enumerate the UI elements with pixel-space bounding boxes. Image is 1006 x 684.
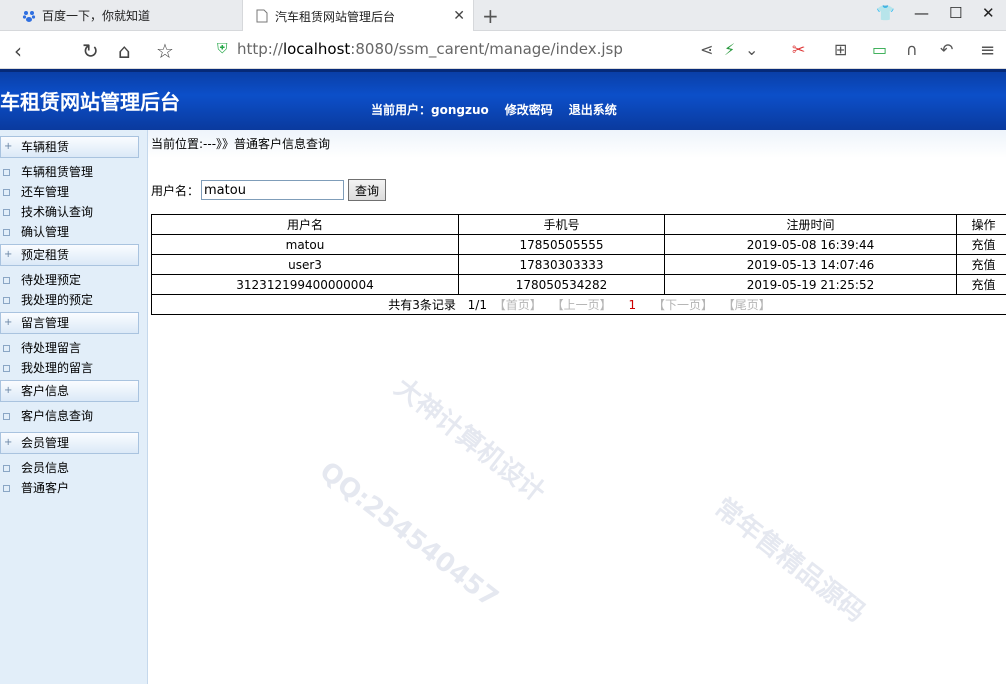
sidebar-section-members[interactable]: 会员管理 (0, 432, 139, 454)
tab-baidu[interactable]: 百度一下，你就知道 (0, 0, 242, 31)
sidebar-item[interactable]: 车辆租赁管理 (0, 162, 147, 182)
battery-icon[interactable]: ▭ (872, 40, 887, 59)
scissors-icon[interactable]: ✂ (792, 40, 805, 59)
pager-first[interactable]: 【首页】 (494, 298, 542, 312)
recharge-link[interactable]: 充值 (956, 254, 1006, 275)
pager: 共有3条记录 1/1 【首页】 【上一页】 1 【下一页】 【尾页】 (151, 294, 1006, 315)
pager-next[interactable]: 【下一页】 (653, 298, 713, 312)
address-bar: ‹ ↻ ⌂ ☆ ⛨ http://localhost:8080/ssm_care… (0, 31, 1006, 69)
recharge-link[interactable]: 充值 (956, 234, 1006, 255)
sidebar-section-car-rental[interactable]: 车辆租赁 (0, 136, 139, 158)
sidebar-item[interactable]: 技术确认查询 (0, 202, 147, 222)
cell-phone: 17830303333 (458, 254, 665, 275)
table-header-row: 用户名 手机号 注册时间 操作 (151, 214, 1006, 235)
paw-icon (22, 9, 36, 23)
shield-icon: ⛨ (217, 41, 228, 57)
sidebar-item[interactable]: 会员信息 (0, 458, 147, 478)
tab-label: 汽车租赁网站管理后台 (275, 9, 396, 24)
top-links: 当前用户：gongzuo 修改密码 退出系统 (371, 101, 633, 118)
change-password-link[interactable]: 修改密码 (505, 101, 553, 118)
menu-icon[interactable]: ≡ (980, 40, 995, 61)
current-user: 当前用户：gongzuo (371, 103, 489, 117)
main-content: 当前位置:---》》普通客户信息查询 用户名： 查询 用户名 手机号 注册时间 … (148, 130, 1006, 684)
pager-prev[interactable]: 【上一页】 (552, 298, 612, 312)
cell-registered: 2019-05-19 21:25:52 (664, 274, 957, 295)
maximize-icon[interactable]: ☐ (949, 4, 962, 22)
table-row: 312312199400000004 178050534282 2019-05-… (151, 274, 1006, 295)
sidebar-item[interactable]: 普通客户 (0, 478, 147, 498)
pager-total: 共有3条记录 (388, 298, 456, 312)
pager-current[interactable]: 1 (628, 298, 636, 312)
pager-row: 共有3条记录 1/1 【首页】 【上一页】 1 【下一页】 【尾页】 (151, 294, 1006, 315)
sidebar-item[interactable]: 待处理预定 (0, 270, 147, 290)
cell-username: user3 (151, 254, 459, 275)
reload-icon[interactable]: ↻ (82, 39, 99, 63)
col-action: 操作 (956, 214, 1006, 235)
username-input[interactable] (201, 180, 345, 200)
apps-icon[interactable]: ⊞ (834, 40, 847, 59)
sidebar-item[interactable]: 确认管理 (0, 222, 147, 242)
new-tab-icon[interactable]: + (482, 4, 499, 28)
search-form: 用户名： 查询 (151, 179, 387, 201)
window-close-icon[interactable]: ✕ (982, 4, 995, 22)
close-icon[interactable]: ✕ (453, 8, 465, 24)
home-icon[interactable]: ⌂ (118, 39, 131, 63)
browser-tab-bar: 百度一下，你就知道 汽车租赁网站管理后台 ✕ + 👕 — ☐ ✕ (0, 0, 1006, 32)
cell-registered: 2019-05-13 14:07:46 (664, 254, 957, 275)
minimize-icon[interactable]: — (914, 4, 929, 22)
share-icon[interactable]: ⋖ (700, 40, 713, 59)
sidebar-item[interactable]: 还车管理 (0, 182, 147, 202)
star-icon[interactable]: ☆ (156, 39, 174, 63)
sidebar-section-messages[interactable]: 留言管理 (0, 312, 139, 334)
col-registered: 注册时间 (664, 214, 957, 235)
app-title: 车租赁网站管理后台 (0, 90, 180, 114)
tab-admin[interactable]: 汽车租赁网站管理后台 ✕ (242, 0, 474, 32)
sidebar-item[interactable]: 我处理的预定 (0, 290, 147, 310)
sidebar-item[interactable]: 待处理留言 (0, 338, 147, 358)
breadcrumb: 当前位置:---》》普通客户信息查询 (148, 130, 1006, 158)
sidebar-section-reservation[interactable]: 预定租赁 (0, 244, 139, 266)
sidebar-item[interactable]: 我处理的留言 (0, 358, 147, 378)
logout-link[interactable]: 退出系统 (569, 101, 617, 118)
url-host: localhost (282, 40, 351, 58)
headphones-icon[interactable]: ∩ (906, 40, 918, 59)
back-icon[interactable]: ‹ (14, 39, 22, 63)
pager-page: 1/1 (467, 298, 487, 312)
sidebar-section-customers[interactable]: 客户信息 (0, 380, 139, 402)
col-phone: 手机号 (458, 214, 665, 235)
page-icon (255, 9, 269, 23)
sidebar: 车辆租赁 车辆租赁管理 还车管理 技术确认查询 确认管理 预定租赁 待处理预定 … (0, 130, 148, 684)
cell-username: matou (151, 234, 459, 255)
url-prefix: http:// (237, 40, 283, 58)
url-path: :8080/ssm_carent/manage/index.jsp (350, 40, 623, 58)
skin-icon[interactable]: 👕 (876, 4, 895, 22)
pager-last[interactable]: 【尾页】 (723, 298, 771, 312)
url-field[interactable]: http://localhost:8080/ssm_carent/manage/… (237, 40, 623, 58)
col-username: 用户名 (151, 214, 459, 235)
tab-label: 百度一下，你就知道 (42, 9, 151, 23)
cell-username: 312312199400000004 (151, 274, 459, 295)
cell-registered: 2019-05-08 16:39:44 (664, 234, 957, 255)
search-button[interactable]: 查询 (348, 179, 387, 201)
chevron-down-icon[interactable]: ⌄ (745, 40, 758, 59)
undo-icon[interactable]: ↶ (940, 40, 953, 59)
lightning-icon[interactable]: ⚡ (724, 40, 735, 59)
table-row: user3 17830303333 2019-05-13 14:07:46 充值 (151, 254, 1006, 275)
username-label: 用户名： (151, 183, 200, 198)
cell-phone: 17850505555 (458, 234, 665, 255)
customer-table: 用户名 手机号 注册时间 操作 matou 17850505555 2019-0… (151, 214, 1006, 315)
cell-phone: 178050534282 (458, 274, 665, 295)
recharge-link[interactable]: 充值 (956, 274, 1006, 295)
sidebar-item[interactable]: 客户信息查询 (0, 406, 147, 426)
app-header: 车租赁网站管理后台 当前用户：gongzuo 修改密码 退出系统 (0, 69, 1006, 130)
table-row: matou 17850505555 2019-05-08 16:39:44 充值 (151, 234, 1006, 255)
